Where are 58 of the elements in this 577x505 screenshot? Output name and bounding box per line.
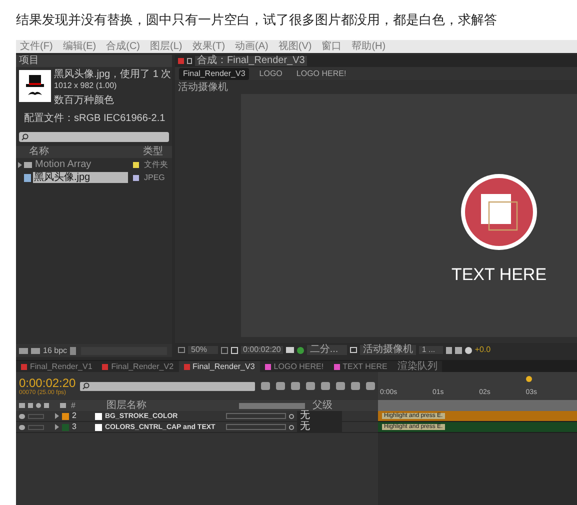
parent-dropdown[interactable]: 无 [297, 422, 342, 432]
parent-dropdown[interactable]: 无 [297, 411, 342, 421]
panel-tab[interactable]: 项目 [19, 56, 39, 66]
camera-label: 活动摄像机 [178, 83, 228, 93]
bit-depth-button[interactable]: 16 bpc [43, 346, 68, 354]
timeline-tab[interactable]: 渲染队列 [392, 361, 442, 372]
item-type: JPEG [144, 174, 166, 182]
column-header: 类型 [143, 147, 164, 157]
breadcrumb[interactable]: Final_Render_V3 [179, 68, 250, 80]
breadcrumb[interactable]: LOGO HERE! [292, 68, 350, 80]
timeline-tab[interactable]: Final_Render_V3 [178, 361, 260, 372]
menu-item[interactable]: 合成(C) [106, 42, 140, 52]
menu-item[interactable]: 窗口 [322, 42, 342, 52]
menu-item[interactable]: 编辑(E) [62, 42, 96, 52]
column-header: # [71, 402, 76, 410]
project-item[interactable]: Motion Array [34, 159, 128, 170]
search-icon [82, 382, 90, 390]
column-header: 父级 [312, 400, 332, 410]
camera-dropdown[interactable]: 活动摄像机 [360, 345, 416, 355]
timeline-tab[interactable]: Final_Render_V2 [97, 361, 179, 372]
thumbnail-image [19, 70, 51, 102]
file-info: 黑风头像.jpg，使用了 1 次 [54, 70, 172, 80]
menu-item[interactable]: 文件(F) [20, 42, 53, 52]
canvas-text: TEXT HERE [451, 264, 547, 286]
timeline-tab[interactable]: TEXT HERE [328, 361, 392, 372]
zoom-dropdown[interactable]: 50% [188, 346, 218, 354]
post-text: 结果发现并没有替换，圆中只有一片空白，试了很多图片都没用，都是白色，求解答 [15, 11, 498, 30]
color-profile: 配置文件：sRGB IEC61966-2.1 [23, 114, 166, 124]
column-header: 名称 [28, 147, 50, 157]
current-time-indicator[interactable] [526, 376, 532, 382]
search-field[interactable] [80, 382, 255, 390]
view-layout-dropdown[interactable]: 1 ... [418, 346, 443, 354]
color-depth: 数百万种颜色 [54, 96, 115, 106]
timeline-tab[interactable]: LOGO HERE! [260, 361, 329, 372]
layer-number: 3 [72, 423, 78, 431]
project-item[interactable]: 黑风头像.jpg [33, 172, 128, 183]
timecode-field[interactable]: 0:00:02:20 [241, 346, 283, 354]
resolution-dropdown[interactable]: 二分... [306, 345, 347, 355]
menu-item[interactable]: 效果(T) [192, 42, 226, 52]
composition-color-icon [178, 58, 184, 64]
column-header: 图层名称 [106, 400, 148, 410]
current-time[interactable]: 0:00:02:20 [19, 376, 76, 388]
image-dimensions: 1012 x 982 (1.00) [54, 82, 118, 90]
search-field[interactable] [19, 132, 169, 142]
layer-number: 2 [72, 412, 78, 420]
image-file-icon [24, 174, 31, 182]
menu-item[interactable]: 动画(A) [235, 42, 268, 52]
menu-item[interactable]: 帮助(H) [352, 42, 386, 52]
menu-item[interactable]: 图层(L) [150, 42, 182, 52]
breadcrumb[interactable]: LOGO [255, 68, 286, 80]
folder-icon [24, 162, 32, 168]
timeline-tab[interactable]: Final_Render_V1 [16, 361, 98, 372]
folder-icon[interactable] [31, 348, 40, 354]
item-type: 文件夹 [144, 160, 169, 168]
menu-item[interactable]: 视图(V) [278, 42, 312, 52]
search-icon [21, 133, 29, 141]
exposure-value[interactable]: +0.0 [474, 346, 491, 354]
panel-tab[interactable]: 合成：Final_Render_V3 [195, 56, 307, 66]
